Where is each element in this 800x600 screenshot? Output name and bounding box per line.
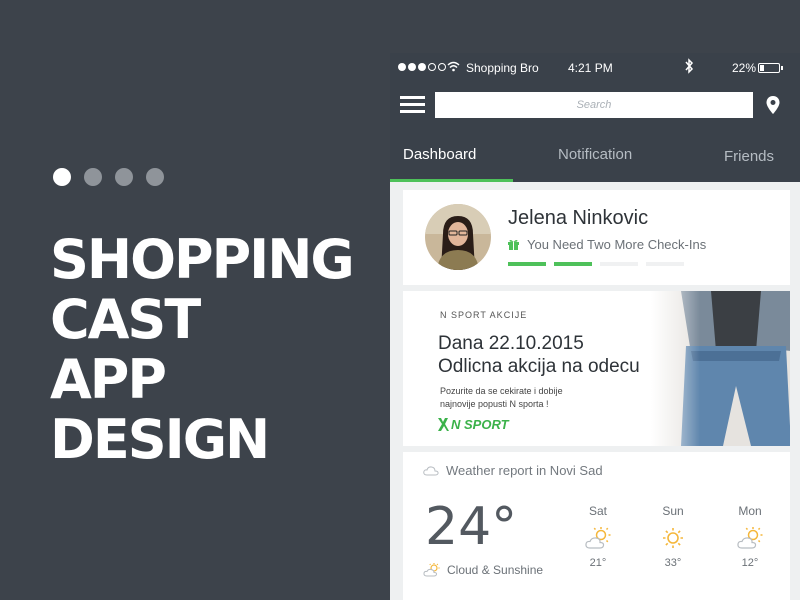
condition-text: Cloud & Sunshine: [447, 563, 544, 577]
progress-segment: [508, 262, 546, 266]
slide-dot-1[interactable]: [53, 168, 71, 186]
forecast-day: Mon 12°: [728, 504, 772, 569]
progress-segment: [646, 262, 684, 266]
menu-icon[interactable]: [400, 96, 425, 114]
promo-label: N SPORT AKCIJE: [440, 310, 528, 320]
profile-card[interactable]: Jelena Ninkovic You Need Two More Check-…: [403, 190, 790, 285]
partly-cloudy-icon: [423, 563, 440, 577]
promo-model-image: [651, 291, 790, 446]
profile-name: Jelena Ninkovic: [508, 207, 649, 229]
tab-dashboard[interactable]: Dashboard: [403, 146, 476, 163]
checkin-status: You Need Two More Check-Ins: [508, 237, 706, 252]
forecast-temperature: 12°: [741, 557, 759, 569]
headline-line-4: DESIGN: [50, 408, 270, 471]
weather-header: Weather report in Novi Sad: [423, 463, 603, 478]
headline-line-2: CAST: [50, 288, 201, 351]
slide-dot-3[interactable]: [115, 168, 133, 186]
partly-cloudy-icon: [585, 527, 611, 549]
bluetooth-icon: [685, 58, 694, 74]
battery-icon: [758, 63, 783, 73]
slide-dot-2[interactable]: [84, 168, 102, 186]
battery-percent: 22%: [732, 61, 757, 75]
forecast-day-name: Sat: [588, 504, 607, 518]
current-temperature: 24°: [425, 497, 518, 557]
slide-dot-4[interactable]: [146, 168, 164, 186]
forecast-day-name: Sun: [662, 504, 684, 518]
promo-desc-line-1: Pozurite da se cekirate i dobije: [440, 386, 563, 396]
phone-screen: Shopping Bro 4:21 PM 22% Dashboard Notif…: [390, 53, 800, 600]
avatar[interactable]: [425, 204, 491, 270]
tab-bar: Dashboard Notification Friends: [390, 128, 800, 182]
nav-bar: [390, 83, 800, 128]
status-time: 4:21 PM: [568, 61, 613, 75]
headline-line-3: APP: [50, 348, 167, 411]
forecast-temperature: 21°: [589, 557, 607, 569]
brand-logo: N SPORT: [437, 417, 509, 432]
forecast-day: Sat 21°: [576, 504, 620, 569]
active-tab-indicator: [390, 179, 513, 182]
current-condition: Cloud & Sunshine: [423, 563, 543, 577]
checkin-progress: [508, 262, 684, 266]
weather-title: Weather report in Novi Sad: [446, 463, 603, 478]
tab-notification[interactable]: Notification: [558, 146, 632, 163]
progress-segment: [600, 262, 638, 266]
cloud-icon: [423, 465, 439, 475]
checkin-message: You Need Two More Check-Ins: [527, 237, 707, 252]
signal-strength-icon: [398, 63, 446, 71]
progress-segment: [554, 262, 592, 266]
promo-desc-line-2: najnovije popusti N sporta !: [440, 399, 549, 409]
headline-line-1: SHOPPING: [50, 228, 355, 291]
sun-icon: [663, 528, 683, 548]
wifi-icon: [447, 61, 460, 72]
tab-friends[interactable]: Friends: [724, 148, 774, 165]
status-bar: Shopping Bro 4:21 PM 22%: [390, 53, 800, 83]
partly-cloudy-icon: [737, 527, 763, 549]
slide-indicator: [53, 168, 164, 186]
promo-headline: SHOPPING CAST APP DESIGN: [50, 228, 355, 471]
gift-icon: [508, 240, 519, 250]
promo-description: Pozurite da se cekirate i dobije najnovi…: [440, 385, 640, 411]
brand-name: N SPORT: [451, 417, 509, 432]
nsport-logo-icon: [438, 418, 449, 431]
forecast-day-name: Mon: [738, 504, 762, 518]
promo-card[interactable]: N SPORT AKCIJE Dana 22.10.2015 Odlicna a…: [403, 291, 790, 446]
weather-card[interactable]: Weather report in Novi Sad 24° Cloud & S…: [403, 452, 790, 600]
forecast-temperature: 33°: [664, 557, 682, 569]
location-pin-icon[interactable]: [766, 96, 780, 114]
carrier-name: Shopping Bro: [466, 61, 539, 75]
forecast-day: Sun 33°: [651, 504, 695, 569]
search-input[interactable]: [435, 92, 753, 118]
